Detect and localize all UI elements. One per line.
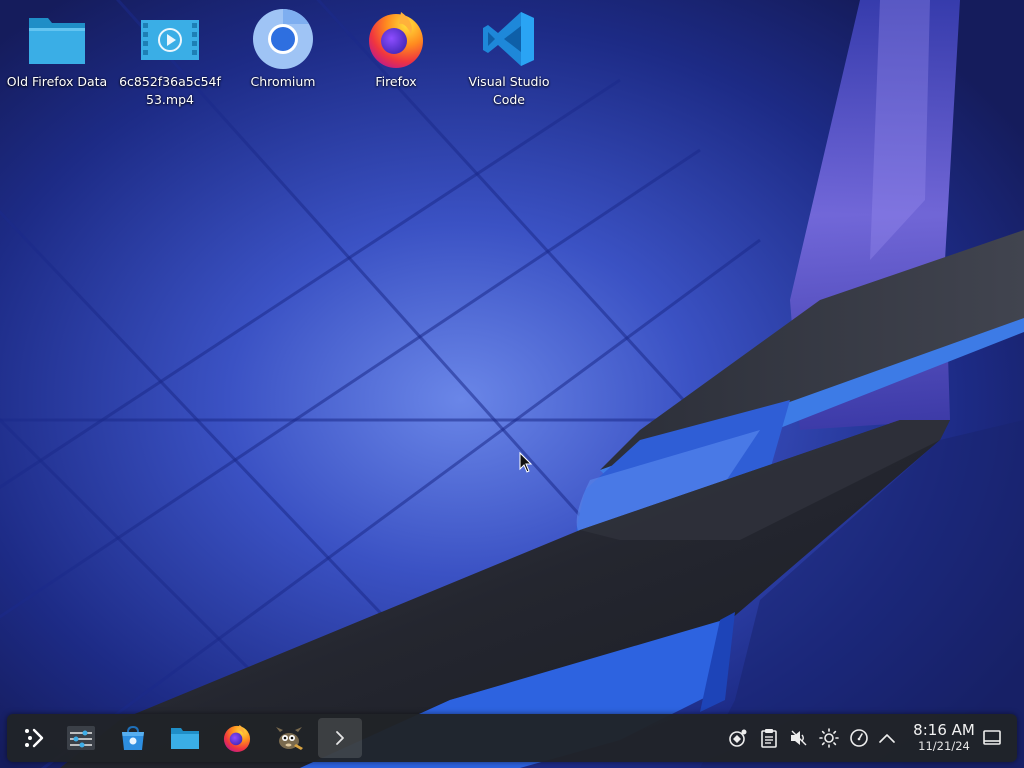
vscode-icon bbox=[483, 12, 534, 66]
taskbar-file-manager[interactable] bbox=[163, 718, 207, 758]
tray-expand-button[interactable] bbox=[877, 728, 897, 748]
discover-store-icon bbox=[122, 725, 144, 750]
taskbar-discover[interactable] bbox=[111, 718, 155, 758]
gimp-icon bbox=[276, 727, 303, 750]
taskbar-system-settings[interactable] bbox=[59, 718, 103, 758]
icon-label: Chromium bbox=[250, 74, 316, 89]
system-settings-icon bbox=[67, 726, 95, 750]
show-desktop-button[interactable] bbox=[982, 728, 1002, 748]
desktop-icon-chromium[interactable]: Chromium bbox=[230, 6, 336, 91]
taskbar-panel: 8:16 AM 11/21/24 bbox=[7, 714, 1017, 762]
show-desktop-icon bbox=[983, 730, 1001, 745]
clock-time: 8:16 AM bbox=[913, 721, 975, 739]
desktop-icon-firefox[interactable]: Firefox bbox=[343, 6, 449, 91]
desktop-icon-visual-studio-code[interactable]: Visual Studio Code bbox=[456, 6, 562, 109]
file-manager-icon bbox=[171, 728, 199, 749]
firefox-icon bbox=[223, 724, 251, 753]
tray-power-profile[interactable] bbox=[849, 728, 869, 748]
terminal-icon bbox=[336, 731, 344, 745]
taskbar-firefox[interactable] bbox=[215, 718, 259, 758]
tray-kde-connect[interactable] bbox=[728, 728, 748, 748]
volume-muted-icon bbox=[791, 730, 807, 746]
tray-volume[interactable] bbox=[789, 728, 809, 748]
taskbar-terminal[interactable] bbox=[318, 718, 362, 758]
brightness-icon bbox=[819, 728, 839, 748]
application-launcher-button[interactable] bbox=[12, 718, 56, 758]
power-profile-icon bbox=[850, 729, 868, 747]
chevron-up-icon bbox=[879, 734, 895, 743]
mouse-cursor-icon bbox=[519, 452, 533, 473]
icon-label: 6c852f36a5c54f53.mp4 bbox=[119, 74, 221, 107]
taskbar-gimp[interactable] bbox=[267, 718, 311, 758]
icon-label: Old Firefox Data bbox=[6, 74, 108, 89]
app-launcher-icon bbox=[25, 728, 44, 748]
tray-clipboard[interactable] bbox=[759, 728, 779, 748]
tray-brightness[interactable] bbox=[819, 728, 839, 748]
desktop-icon-video-file[interactable]: 6c852f36a5c54f53.mp4 bbox=[117, 6, 223, 109]
clipboard-icon bbox=[761, 729, 777, 748]
chromium-icon bbox=[253, 8, 313, 69]
icon-label: Visual Studio Code bbox=[468, 74, 550, 107]
video-file-icon bbox=[141, 20, 199, 60]
digital-clock[interactable]: 8:16 AM 11/21/24 bbox=[903, 721, 985, 754]
icon-label: Firefox bbox=[375, 74, 417, 89]
desktop-icon-old-firefox-data[interactable]: Old Firefox Data bbox=[4, 6, 110, 91]
desktop-wallpaper bbox=[0, 0, 1024, 768]
kde-connect-icon bbox=[729, 729, 747, 747]
firefox-icon bbox=[369, 12, 423, 68]
folder-icon bbox=[29, 18, 85, 64]
clock-date: 11/21/24 bbox=[918, 739, 970, 753]
